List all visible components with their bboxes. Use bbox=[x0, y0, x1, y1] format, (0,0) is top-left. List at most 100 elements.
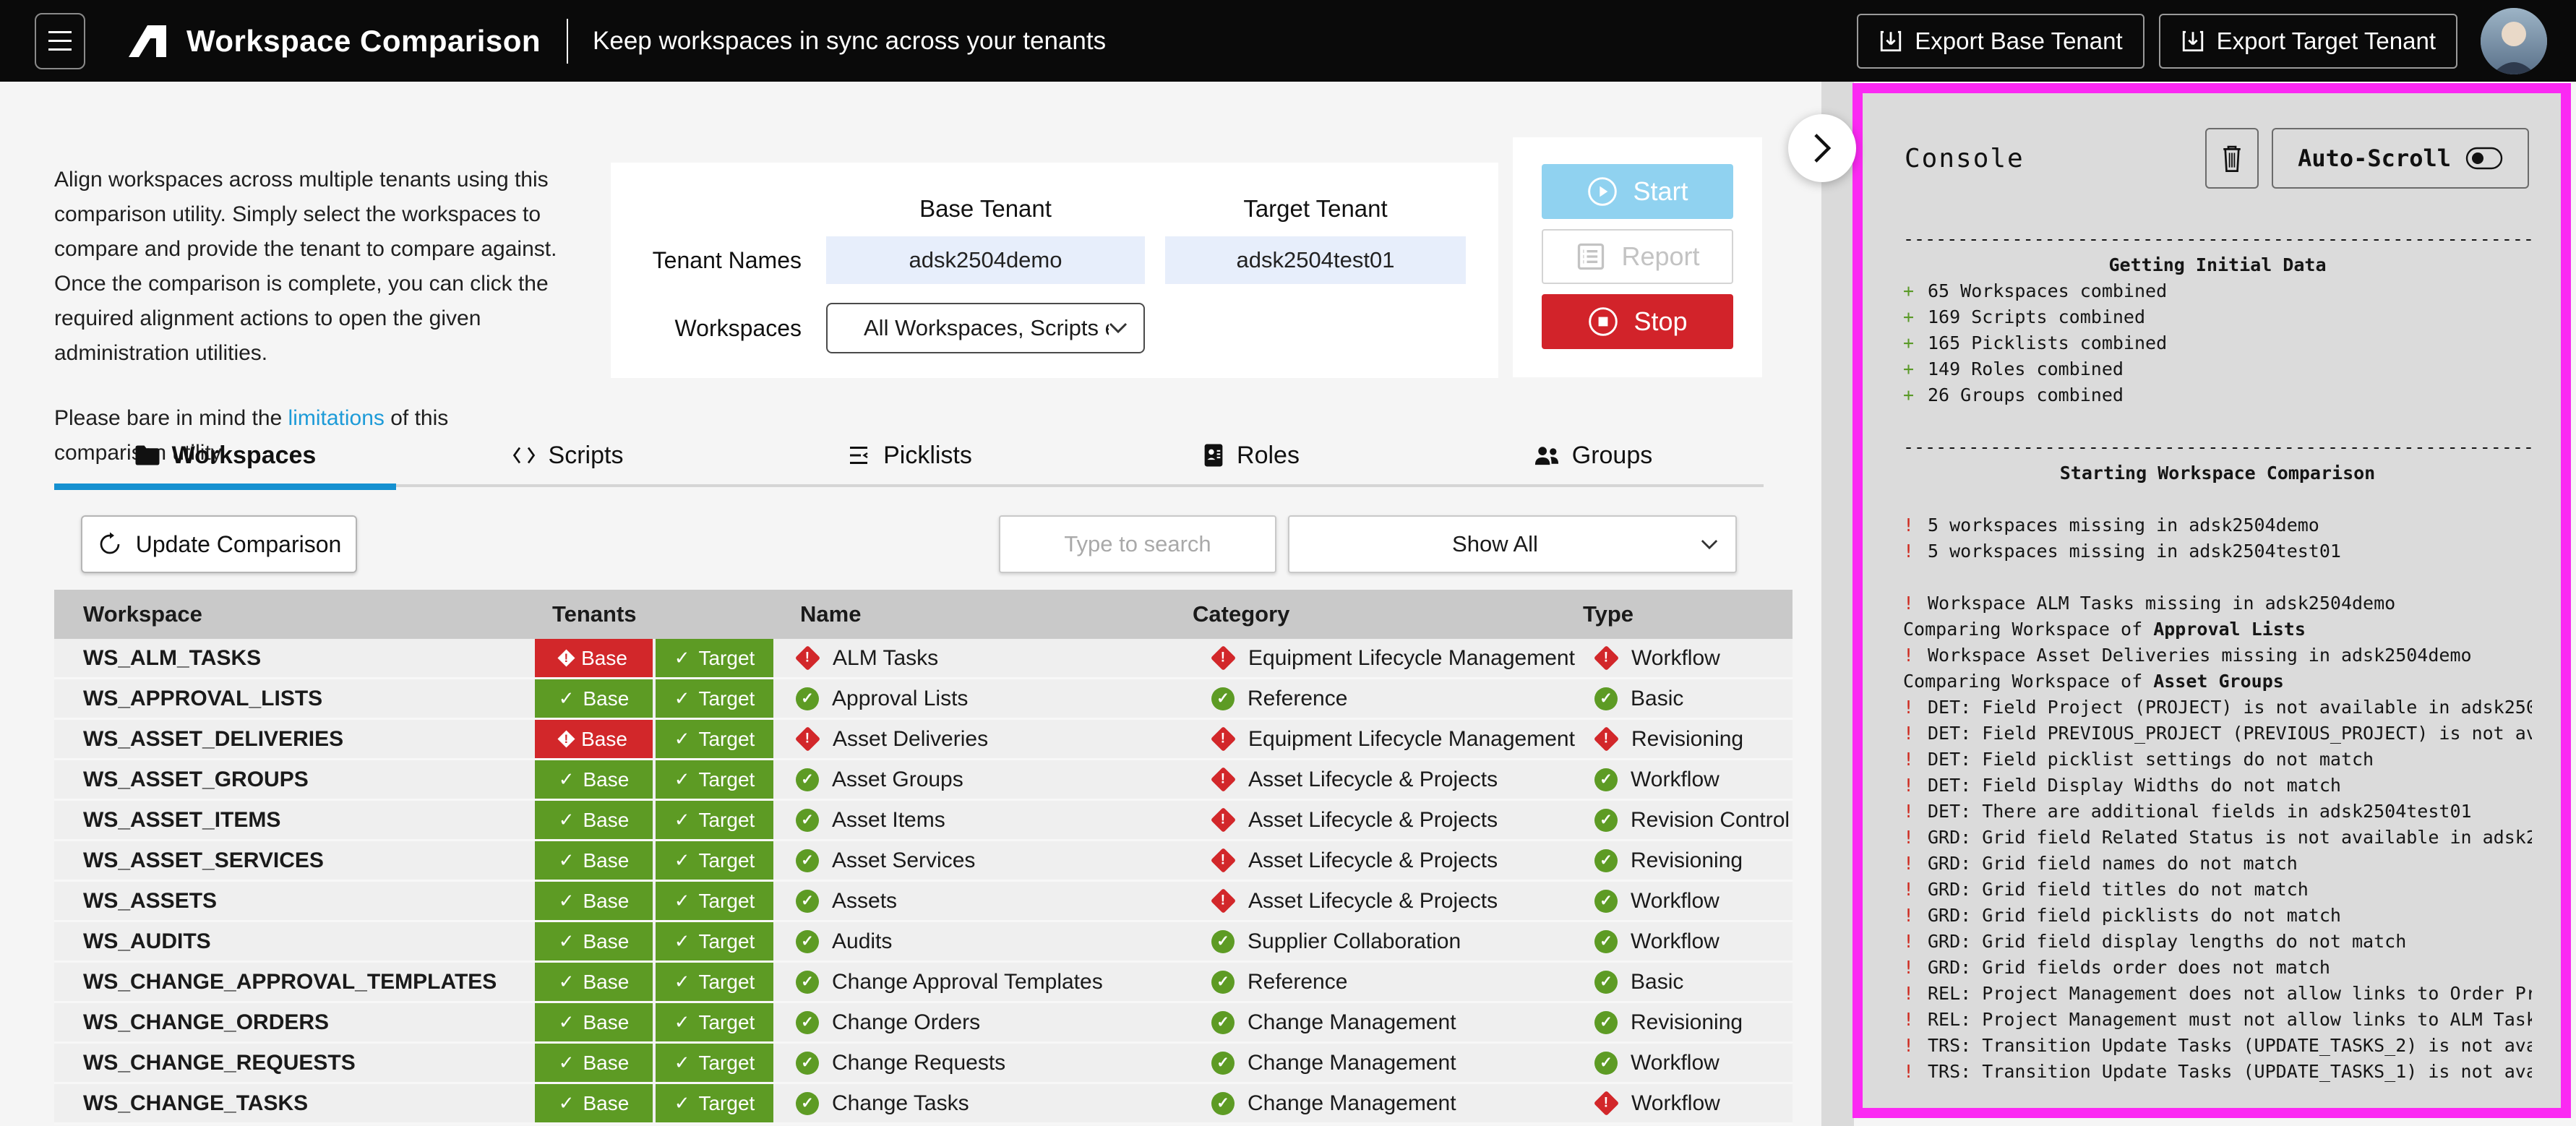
table-row[interactable]: WS_ASSET_DELIVERIES!Base✓Target!Asset De… bbox=[54, 720, 1793, 760]
table-row[interactable]: WS_ASSET_SERVICES✓Base✓Target✓Asset Serv… bbox=[54, 841, 1793, 882]
col-header-type[interactable]: Type bbox=[1576, 601, 1793, 627]
col-header-tenants[interactable]: Tenants bbox=[535, 601, 777, 627]
plus-icon: + bbox=[1903, 304, 1928, 330]
base-badge[interactable]: ✓Base bbox=[535, 679, 653, 718]
target-badge[interactable]: ✓Target bbox=[656, 882, 773, 920]
console-panel: Console Auto-Scroll --------------------… bbox=[1852, 83, 2571, 1118]
table-row[interactable]: WS_CHANGE_APPROVAL_TEMPLATES✓Base✓Target… bbox=[54, 963, 1793, 1003]
user-avatar[interactable] bbox=[2481, 8, 2547, 74]
table-row[interactable]: WS_ASSETS✓Base✓Target✓Assets!Asset Lifec… bbox=[54, 882, 1793, 922]
table-row[interactable]: WS_CHANGE_ORDERS✓Base✓Target✓Change Orde… bbox=[54, 1003, 1793, 1044]
warning-icon: ! bbox=[1903, 799, 1928, 825]
workspaces-select[interactable]: All Workspaces, Scripts et bbox=[826, 303, 1145, 353]
console-log[interactable]: ----------------------------------------… bbox=[1863, 226, 2561, 1086]
table-row[interactable]: WS_ALM_TASKS!Base✓Target!ALM Tasks!Equip… bbox=[54, 639, 1793, 679]
check-icon: ✓ bbox=[674, 687, 690, 710]
target-badge[interactable]: ✓Target bbox=[656, 922, 773, 960]
table-row[interactable]: WS_CHANGE_REQUESTS✓Base✓Target✓Change Re… bbox=[54, 1044, 1793, 1084]
status-alert-icon: ! bbox=[1594, 646, 1619, 671]
col-header-category[interactable]: Category bbox=[1193, 601, 1576, 627]
check-icon: ✓ bbox=[674, 1052, 690, 1074]
cell-label: Supplier Collaboration bbox=[1248, 929, 1461, 954]
target-tenant-input[interactable] bbox=[1165, 236, 1466, 284]
tab-label: Picklists bbox=[883, 442, 972, 470]
alert-diamond-icon: ! bbox=[558, 649, 575, 666]
console-warning-line: !Workspace ALM Tasks missing in adsk2504… bbox=[1903, 590, 2532, 616]
tab-picklists[interactable]: Picklists bbox=[738, 426, 1080, 484]
base-badge[interactable]: ✓Base bbox=[535, 1003, 653, 1041]
base-badge[interactable]: ✓Base bbox=[535, 963, 653, 1001]
base-badge[interactable]: ✓Base bbox=[535, 1084, 653, 1122]
cell-label: Asset Lifecycle & Projects bbox=[1248, 768, 1498, 792]
start-button[interactable]: Start bbox=[1542, 164, 1733, 219]
target-badge[interactable]: ✓Target bbox=[656, 801, 773, 839]
search-input[interactable] bbox=[999, 515, 1276, 573]
table-row[interactable]: WS_ASSET_ITEMS✓Base✓Target✓Asset Items!A… bbox=[54, 801, 1793, 841]
base-badge[interactable]: ✓Base bbox=[535, 1044, 653, 1082]
tab-workspaces[interactable]: Workspaces bbox=[54, 426, 396, 484]
export-target-tenant-button[interactable]: Export Target Tenant bbox=[2159, 14, 2457, 69]
filter-select[interactable]: Show All bbox=[1288, 515, 1737, 573]
update-comparison-button[interactable]: Update Comparison bbox=[81, 515, 357, 573]
report-button[interactable]: Report bbox=[1542, 229, 1733, 284]
target-badge[interactable]: ✓Target bbox=[656, 1044, 773, 1082]
check-icon: ✓ bbox=[674, 849, 690, 872]
category-cell: ✓Change Management bbox=[1193, 1010, 1576, 1035]
target-badge[interactable]: ✓Target bbox=[656, 760, 773, 799]
console-collapse-button[interactable] bbox=[1788, 114, 1856, 182]
stop-button[interactable]: Stop bbox=[1542, 294, 1733, 349]
actions-panel: Start Report Stop bbox=[1513, 137, 1762, 377]
base-badge[interactable]: ✓Base bbox=[535, 882, 653, 920]
status-ok-icon: ✓ bbox=[796, 971, 819, 994]
clear-console-button[interactable] bbox=[2205, 128, 2259, 189]
base-badge[interactable]: !Base bbox=[535, 720, 653, 758]
auto-scroll-toggle[interactable]: Auto-Scroll bbox=[2272, 128, 2529, 189]
console-info-line: Comparing Workspace of Approval Lists bbox=[1903, 616, 2532, 642]
hamburger-menu-button[interactable] bbox=[35, 13, 85, 69]
console-warning-line: !REL: Project Management must not allow … bbox=[1903, 1007, 2532, 1033]
col-header-workspace[interactable]: Workspace bbox=[54, 601, 535, 627]
target-badge[interactable]: ✓Target bbox=[656, 1003, 773, 1041]
base-badge[interactable]: !Base bbox=[535, 639, 653, 677]
col-header-name[interactable]: Name bbox=[777, 601, 1193, 627]
stop-label: Stop bbox=[1633, 306, 1687, 337]
table-row[interactable]: WS_CHANGE_TASKS✓Base✓Target✓Change Tasks… bbox=[54, 1084, 1793, 1125]
trash-icon bbox=[2220, 143, 2244, 173]
cell-label: Asset Items bbox=[832, 808, 945, 833]
base-badge[interactable]: ✓Base bbox=[535, 760, 653, 799]
tenant-badges: ✓Base✓Target bbox=[535, 841, 777, 880]
export-base-tenant-button[interactable]: Export Base Tenant bbox=[1857, 14, 2144, 69]
refresh-icon bbox=[97, 531, 123, 557]
base-tenant-input[interactable] bbox=[826, 236, 1145, 284]
target-badge[interactable]: ✓Target bbox=[656, 639, 773, 677]
console-warning-line: !GRD: Grid fields order does not match bbox=[1903, 955, 2532, 981]
panel-splitter[interactable] bbox=[1821, 82, 1854, 1126]
workspace-key: WS_ALM_TASKS bbox=[54, 646, 535, 671]
cell-label: Audits bbox=[832, 929, 892, 954]
check-icon: ✓ bbox=[674, 890, 690, 912]
target-badge[interactable]: ✓Target bbox=[656, 720, 773, 758]
warning-icon: ! bbox=[1903, 721, 1928, 747]
base-badge[interactable]: ✓Base bbox=[535, 801, 653, 839]
base-badge[interactable]: ✓Base bbox=[535, 922, 653, 960]
target-badge[interactable]: ✓Target bbox=[656, 963, 773, 1001]
console-success-line: +65 Workspaces combined bbox=[1903, 278, 2532, 304]
table-row[interactable]: WS_ASSET_GROUPS✓Base✓Target✓Asset Groups… bbox=[54, 760, 1793, 801]
target-badge[interactable]: ✓Target bbox=[656, 841, 773, 880]
base-badge[interactable]: ✓Base bbox=[535, 841, 653, 880]
target-badge[interactable]: ✓Target bbox=[656, 679, 773, 718]
download-icon bbox=[2181, 29, 2205, 53]
table-row[interactable]: WS_APPROVAL_LISTS✓Base✓Target✓Approval L… bbox=[54, 679, 1793, 720]
tab-groups[interactable]: Groups bbox=[1422, 426, 1764, 484]
table-row[interactable]: WS_AUDITS✓Base✓Target✓Audits✓Supplier Co… bbox=[54, 922, 1793, 963]
target-badge[interactable]: ✓Target bbox=[656, 1084, 773, 1122]
name-cell: ✓Change Orders bbox=[777, 1010, 1193, 1035]
target-tenant-header: Target Tenant bbox=[1165, 181, 1466, 236]
category-cell: !Equipment Lifecycle Management bbox=[1193, 727, 1576, 752]
cell-label: Asset Lifecycle & Projects bbox=[1248, 808, 1498, 833]
tab-roles[interactable]: Roles bbox=[1080, 426, 1422, 484]
tab-scripts[interactable]: Scripts bbox=[396, 426, 738, 484]
intro-paragraph: Align workspaces across multiple tenants… bbox=[54, 163, 560, 371]
check-icon: ✓ bbox=[674, 1092, 690, 1114]
check-icon: ✓ bbox=[559, 849, 575, 872]
